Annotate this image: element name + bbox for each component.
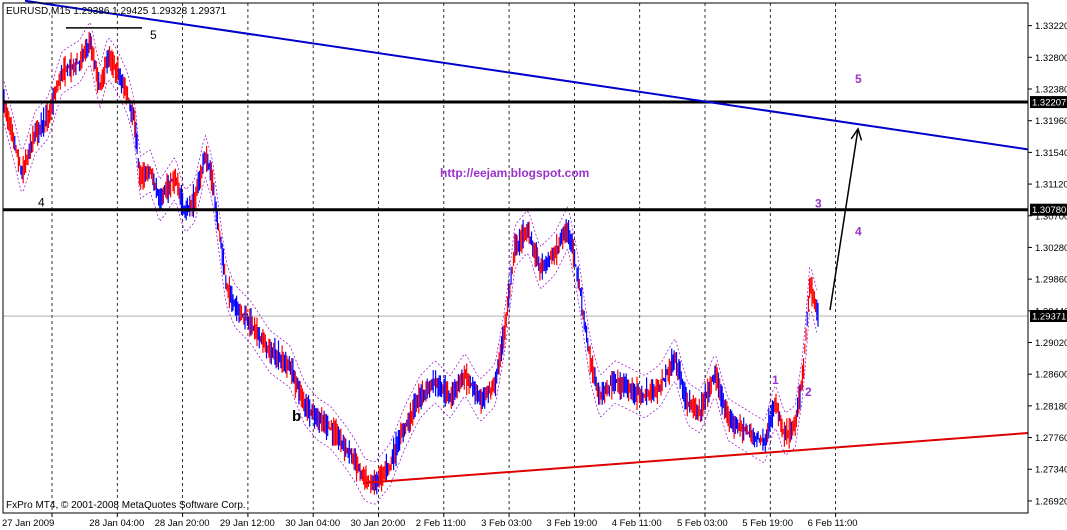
x-tick-label: 5 Feb 19:00 [742, 518, 793, 529]
x-tick-label: 6 Feb 11:00 [808, 518, 858, 529]
y-tick-label: 1.28180 [1035, 401, 1067, 412]
x-tick-label: 3 Feb 19:00 [546, 518, 597, 529]
x-tick-label: 4 Feb 11:00 [612, 518, 662, 529]
x-tick-label: 2 Feb 11:00 [416, 518, 466, 529]
x-tick-label: 28 Jan 20:00 [155, 518, 210, 529]
wave-label: 5 [855, 72, 862, 86]
footer-copyright: FxPro MT4, © 2001-2008 MetaQuotes Softwa… [6, 500, 246, 511]
x-tick-label: 28 Jan 04:00 [89, 518, 144, 529]
x-tick-label: 30 Jan 04:00 [285, 518, 340, 529]
level-price-label: 1.32207 [1032, 98, 1066, 109]
y-tick-label: 1.28600 [1035, 370, 1067, 381]
wave-label: 5 [150, 28, 157, 42]
x-tick-label: 3 Feb 03:00 [481, 518, 532, 529]
y-tick-label: 1.29860 [1035, 275, 1067, 286]
wave-label: 1 [772, 373, 779, 387]
wave-label: b [292, 408, 301, 425]
x-tick-label: 27 Jan 2009 [2, 518, 54, 529]
y-tick-label: 1.31120 [1035, 180, 1067, 191]
y-tick-label: 1.31960 [1035, 116, 1067, 127]
y-tick-label: 1.30280 [1035, 243, 1067, 254]
y-tick-label: 1.30700 [1035, 211, 1067, 222]
wave-label: 2 [805, 385, 812, 399]
x-tick-label: 29 Jan 12:00 [220, 518, 275, 529]
wave-label: 4 [855, 224, 862, 238]
y-tick-label: 1.29020 [1035, 338, 1067, 349]
y-tick-label: 1.27340 [1035, 465, 1067, 476]
y-tick-label: 1.31540 [1035, 148, 1067, 159]
y-tick-label: 1.27760 [1035, 433, 1067, 444]
wave-label: 4 [38, 196, 45, 210]
symbol-header: EURUSD,M15 1.29386 1.29425 1.29328 1.293… [6, 6, 227, 17]
y-tick-label: 1.29440 [1035, 306, 1067, 317]
y-tick-label: 1.32800 [1035, 53, 1067, 64]
y-tick-label: 1.26920 [1035, 496, 1067, 507]
wave-label: 3 [815, 196, 822, 210]
x-tick-label: 5 Feb 03:00 [677, 518, 728, 529]
chart-background [0, 0, 1067, 530]
y-tick-label: 1.32380 [1035, 85, 1067, 96]
x-tick-label: 30 Jan 20:00 [351, 518, 406, 529]
eurusd-m15-chart[interactable]: 1.322071.307801.29371 54b53412 1.332201.… [0, 0, 1067, 530]
y-tick-label: 1.33220 [1035, 21, 1067, 32]
watermark-url[interactable]: http://eejam.blogspot.com [440, 166, 589, 180]
